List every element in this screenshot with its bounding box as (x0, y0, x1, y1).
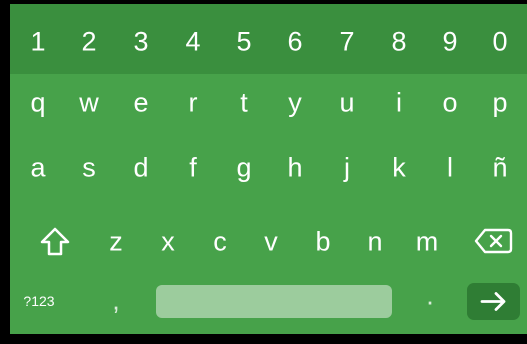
key-0[interactable]: 0 (492, 28, 507, 56)
key-q[interactable]: q (30, 89, 45, 117)
key-v[interactable]: v (264, 228, 278, 256)
key-c[interactable]: c (213, 228, 227, 256)
key-y[interactable]: y (288, 89, 302, 117)
shift-button[interactable] (38, 225, 72, 259)
spacebar[interactable] (156, 285, 392, 318)
period-key[interactable]: . (426, 282, 434, 310)
key-e[interactable]: e (133, 89, 148, 117)
key-6[interactable]: 6 (287, 28, 302, 56)
enter-button[interactable] (467, 283, 520, 320)
key-9[interactable]: 9 (442, 28, 457, 56)
comma-key[interactable]: , (112, 287, 120, 315)
key-x[interactable]: x (161, 228, 175, 256)
key-z[interactable]: z (109, 228, 123, 256)
key-k[interactable]: k (392, 154, 406, 182)
backspace-button[interactable] (473, 224, 515, 258)
key-n[interactable]: n (367, 228, 382, 256)
key-4[interactable]: 4 (185, 28, 200, 56)
key-j[interactable]: j (344, 154, 350, 182)
key-s[interactable]: s (82, 154, 96, 182)
key-r[interactable]: r (189, 89, 198, 117)
key-w[interactable]: w (79, 89, 99, 117)
key-3[interactable]: 3 (133, 28, 148, 56)
key-5[interactable]: 5 (236, 28, 251, 56)
key-f[interactable]: f (189, 154, 197, 182)
key-p[interactable]: p (492, 89, 507, 117)
key-m[interactable]: m (416, 228, 439, 256)
key-2[interactable]: 2 (81, 28, 96, 56)
key-g[interactable]: g (236, 154, 251, 182)
key-a[interactable]: a (30, 154, 45, 182)
key-t[interactable]: t (240, 89, 248, 117)
key-7[interactable]: 7 (339, 28, 354, 56)
arrow-right-icon (480, 292, 506, 311)
key-h[interactable]: h (287, 154, 302, 182)
key-l[interactable]: l (447, 154, 453, 182)
symbols-key[interactable]: ?123 (23, 294, 54, 308)
bottom-edge-band (0, 334, 527, 344)
key-i[interactable]: i (396, 89, 402, 117)
key-1[interactable]: 1 (30, 28, 45, 56)
key-b[interactable]: b (315, 228, 330, 256)
number-row: 1 2 3 4 5 6 7 8 9 0 (10, 4, 527, 74)
key-u[interactable]: u (339, 89, 354, 117)
key-d[interactable]: d (133, 154, 148, 182)
backspace-icon (474, 228, 513, 254)
key-o[interactable]: o (442, 89, 457, 117)
key-n-tilde[interactable]: ñ (492, 154, 507, 182)
key-8[interactable]: 8 (391, 28, 406, 56)
shift-arrow-icon (40, 227, 70, 256)
onscreen-keyboard: 1 2 3 4 5 6 7 8 9 0 q w e r t y u i o p … (10, 4, 527, 334)
